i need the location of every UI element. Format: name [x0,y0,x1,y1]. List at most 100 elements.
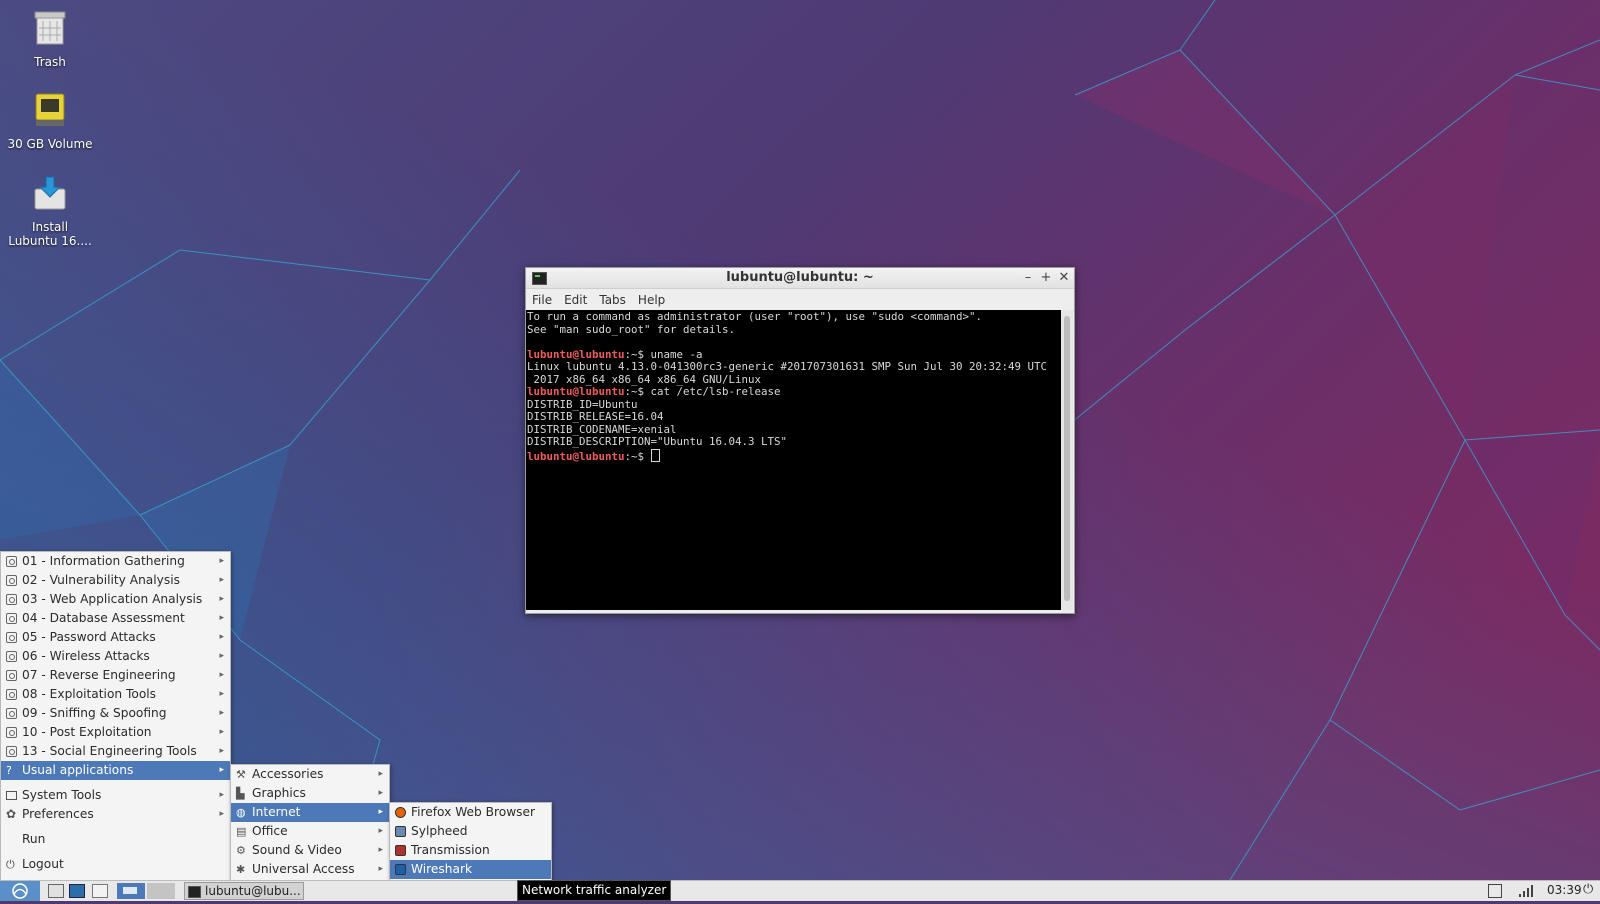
task-label: lubuntu@lubu... [205,884,301,898]
menu-item-system-tools[interactable]: System Tools ▸ [1,786,230,805]
submenu-arrow-icon: ▸ [219,689,224,699]
menu-item-label: Graphics [252,786,306,800]
menu-item-category[interactable]: 08 - Exploitation Tools ▸ [1,685,230,704]
sound-video-icon: ⚙ [236,844,246,857]
preferences-icon: ✿ [6,807,17,821]
menu-item-category[interactable]: 07 - Reverse Engineering ▸ [1,666,230,685]
workspace-2[interactable] [147,883,175,899]
menu-item-label: 09 - Sniffing & Spoofing [22,706,167,720]
menu-item-universal-access[interactable]: ✱ Universal Access ▸ [231,860,389,879]
desktop-icon-label: Install Lubuntu 16.... [8,220,92,248]
menu-item-transmission[interactable]: Transmission [390,841,551,860]
gear-icon [6,556,17,567]
menu-item-sound-video[interactable]: ⚙ Sound & Video ▸ [231,841,389,860]
internet-submenu: Firefox Web Browser Sylpheed Transmission W… [389,802,552,881]
menu-item-category[interactable]: 09 - Sniffing & Spoofing ▸ [1,704,230,723]
menu-item-sylpheed[interactable]: Sylpheed [390,822,551,841]
clipboard-icon[interactable] [1488,884,1502,898]
menu-bar: File Edit Tabs Help [526,289,1074,311]
install-icon [34,176,66,210]
show-desktop-icon[interactable] [92,884,108,898]
menu-edit[interactable]: Edit [564,293,587,307]
scrollbar[interactable] [1061,310,1073,610]
terminal-icon [188,886,201,898]
menu-file[interactable]: File [532,293,552,307]
menu-item-category[interactable]: 13 - Social Engineering Tools ▸ [1,742,230,761]
menu-item-label: Office [252,824,288,838]
submenu-arrow-icon: ▸ [378,769,383,779]
minimize-button[interactable]: – [1020,269,1036,286]
terminal-text: DISTRIB_ID=Ubuntu [527,397,638,411]
menu-item-office[interactable]: ▤ Office ▸ [231,822,389,841]
workspace-window-thumb [123,887,137,894]
menu-item-usual-applications[interactable]: ? Usual applications ▸ [1,761,230,780]
menu-item-category[interactable]: 03 - Web Application Analysis ▸ [1,590,230,609]
terminal-output[interactable]: To run a command as administrator (user … [526,310,1061,610]
tooltip: Network traffic analyzer [517,880,672,901]
desktop-icon-volume[interactable]: 30 GB Volume [2,92,98,151]
menu-item-label: Wireshark [411,862,473,876]
terminal-window[interactable]: lubuntu@lubuntu: ~ – + ✕ File Edit Tabs … [525,267,1075,614]
menu-item-category[interactable]: 01 - Information Gathering ▸ [1,552,230,571]
menu-item-category[interactable]: 10 - Post Exploitation ▸ [1,723,230,742]
menu-item-accessories[interactable]: ⚒ Accessories ▸ [231,765,389,784]
submenu-arrow-icon: ▸ [378,845,383,855]
gear-icon [6,708,17,719]
scrollbar-thumb[interactable] [1064,316,1070,601]
terminal-prompt: lubuntu@lubuntu [527,347,625,361]
submenu-arrow-icon: ▸ [219,632,224,642]
menu-item-category[interactable]: 04 - Database Assessment ▸ [1,609,230,628]
menu-item-label: Accessories [252,767,324,781]
title-bar[interactable]: lubuntu@lubuntu: ~ – + ✕ [526,268,1074,289]
terminal-line: See "man sudo_root" for details. [527,322,1061,337]
menu-item-preferences[interactable]: ✿ Preferences ▸ [1,805,230,824]
internet-icon: ◍ [236,806,246,819]
terminal-text: DISTRIB_CODENAME=xenial [527,422,677,436]
maximize-button[interactable]: + [1038,269,1054,286]
menu-item-category[interactable]: 06 - Wireless Attacks ▸ [1,647,230,666]
menu-item-wireshark[interactable]: Wireshark [390,860,551,879]
power-icon[interactable]: ⏻ [1583,882,1593,897]
close-button[interactable]: ✕ [1056,269,1072,286]
terminal-text: See "man sudo_root" for details. [527,322,736,336]
gear-icon [6,746,17,757]
gear-icon [6,727,17,738]
terminal-cursor [650,448,660,462]
menu-help[interactable]: Help [638,293,665,307]
desktop-icon-trash[interactable]: Trash [2,10,98,69]
menu-item-category[interactable]: 02 - Vulnerability Analysis ▸ [1,571,230,590]
graphics-icon: ▙ [236,787,245,800]
menu-item-firefox[interactable]: Firefox Web Browser [390,803,551,822]
browser-icon[interactable] [69,884,85,898]
menu-item-logout[interactable]: ⏻ Logout [1,855,230,874]
menu-item-run[interactable]: Run [1,830,230,849]
submenu-arrow-icon: ▸ [219,556,224,566]
menu-item-category[interactable]: 05 - Password Attacks ▸ [1,628,230,647]
terminal-prompt: lubuntu@lubuntu [527,385,625,398]
menu-item-label: 06 - Wireless Attacks [22,649,150,663]
submenu-arrow-icon: ▸ [219,613,224,623]
workspace-1[interactable] [117,883,145,899]
accessories-icon: ⚒ [236,768,246,781]
logout-icon: ⏻ [6,858,15,871]
network-icon[interactable] [1518,884,1534,898]
main-menu: 01 - Information Gathering ▸ 02 - Vulnerab… [0,551,231,881]
terminal-text: Linux lubuntu 4.13.0-041300rc3-generic #… [527,360,1048,373]
trash-icon [34,11,66,45]
taskbar-task-terminal[interactable]: lubuntu@lubu... [184,882,304,900]
menu-tabs[interactable]: Tabs [599,293,626,307]
terminal-line: DISTRIB_DESCRIPTION="Ubuntu 16.04.3 LTS" [527,435,1061,449]
menu-item-label: 08 - Exploitation Tools [22,687,157,701]
monitor-icon [6,791,17,800]
start-menu-button[interactable] [0,881,40,901]
clock[interactable]: 03:39 [1547,883,1582,897]
gear-icon [6,613,17,624]
menu-item-label: Sylpheed [411,824,468,838]
file-manager-icon[interactable] [48,884,64,898]
desktop-icon-install[interactable]: Install Lubuntu 16.... [2,175,98,248]
menu-item-graphics[interactable]: ▙ Graphics ▸ [231,784,389,803]
drive-icon [35,93,65,126]
menu-item-internet[interactable]: ◍ Internet ▸ [231,803,389,822]
menu-item-label: Transmission [411,843,490,857]
gear-icon [6,689,17,700]
